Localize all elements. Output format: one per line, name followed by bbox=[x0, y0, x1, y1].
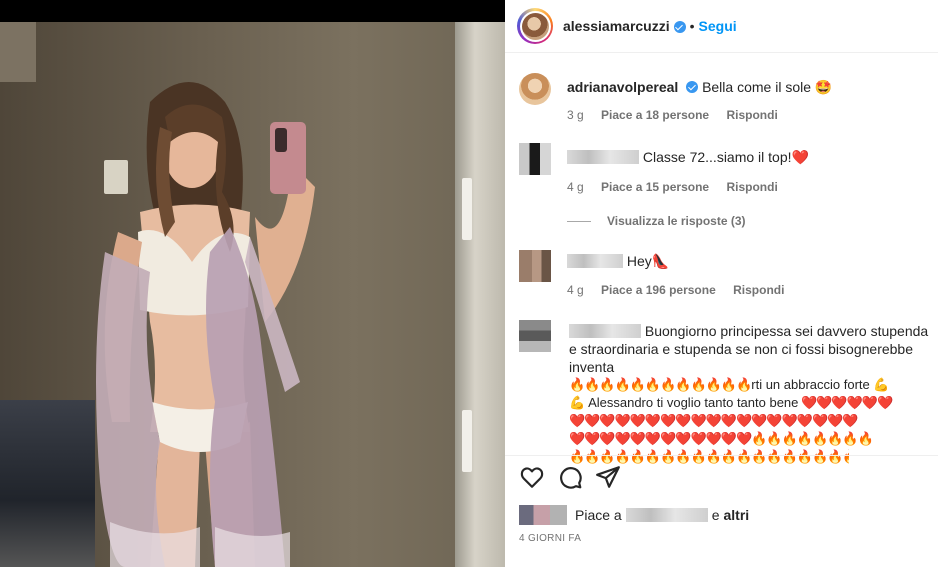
comment-item: Hey👠 4 g Piace a 196 persone Rispondi bbox=[519, 250, 929, 305]
post-side-panel: alessiamarcuzzi • Segui adrianavolpereal… bbox=[505, 0, 938, 567]
comment-likes[interactable]: Piace a 196 persone bbox=[601, 283, 716, 297]
comment-item: Classe 72...siamo il top!❤️ 4 g Piace a … bbox=[519, 143, 929, 203]
paper-plane-icon[interactable] bbox=[595, 464, 621, 490]
commenter-avatar[interactable] bbox=[519, 250, 551, 282]
author-avatar bbox=[521, 12, 549, 40]
comment-likes[interactable]: Piace a 18 persone bbox=[601, 108, 709, 122]
heart-outline-icon[interactable] bbox=[519, 464, 545, 490]
author-avatar-story-ring[interactable] bbox=[517, 8, 553, 44]
liker-username-blurred[interactable] bbox=[625, 508, 708, 522]
view-replies-label: Visualizza le risposte (3) bbox=[607, 214, 746, 228]
commenter-username[interactable]: adrianavolpereal bbox=[567, 79, 678, 95]
likes-summary[interactable]: Piace a e altri bbox=[519, 505, 749, 525]
photo-top-bar bbox=[0, 0, 505, 22]
door-hinge-top bbox=[462, 178, 472, 240]
commenter-avatar[interactable] bbox=[519, 143, 551, 175]
comment-text: rti un abbraccio forte 💪 bbox=[751, 377, 890, 392]
follow-button[interactable]: Segui bbox=[699, 18, 737, 34]
commenter-username-blurred[interactable] bbox=[567, 254, 623, 268]
post-header: alessiamarcuzzi • Segui bbox=[505, 0, 938, 53]
reply-button[interactable]: Rispondi bbox=[733, 283, 784, 297]
likes-prefix: Piace a bbox=[575, 507, 622, 523]
comment-text: 💪 Alessandro ti voglio tanto tanto bene bbox=[569, 395, 799, 410]
commenter-avatar[interactable] bbox=[519, 320, 551, 352]
heart-emoji-row: ❤️❤️❤️❤️❤️❤️❤️❤️❤️❤️❤️❤️ bbox=[569, 431, 752, 446]
header-separator: • bbox=[689, 18, 695, 34]
reply-button[interactable]: Rispondi bbox=[726, 180, 777, 194]
likes-suffix: e bbox=[711, 507, 720, 523]
comment-item: adrianavolpereal Bella come il sole 🤩 3 … bbox=[519, 73, 929, 133]
reply-button[interactable]: Rispondi bbox=[726, 108, 777, 122]
liker-avatars-blurred bbox=[519, 505, 567, 525]
likes-others-link[interactable]: altri bbox=[724, 507, 750, 523]
replies-divider-line bbox=[567, 220, 591, 222]
comment-likes[interactable]: Piace a 15 persone bbox=[601, 180, 709, 194]
heart-emoji-row: ❤️❤️❤️❤️❤️❤️❤️❤️❤️❤️❤️❤️❤️❤️❤️❤️❤️❤️❤️ bbox=[569, 413, 859, 428]
comment-age[interactable]: 3 g bbox=[567, 108, 584, 122]
door-frame bbox=[455, 22, 505, 567]
commenter-username-blurred[interactable] bbox=[567, 150, 639, 164]
commenter-username-blurred[interactable] bbox=[569, 324, 641, 338]
door-hinge-bottom bbox=[462, 410, 472, 472]
commenter-avatar[interactable] bbox=[519, 73, 551, 105]
post-action-bar bbox=[505, 455, 938, 496]
post-date[interactable]: 4 GIORNI FA bbox=[519, 533, 581, 544]
verified-badge-icon bbox=[686, 81, 699, 93]
fire-emoji-row: 🔥🔥🔥🔥🔥🔥🔥🔥🔥🔥🔥🔥 bbox=[569, 377, 752, 392]
comment-item: Buongiorno principessa sei davvero stupe… bbox=[519, 320, 934, 464]
comment-icon[interactable] bbox=[557, 464, 583, 490]
comment-text: Hey👠 bbox=[626, 253, 670, 269]
comment-text: Classe 72...siamo il top!❤️ bbox=[642, 149, 809, 165]
heart-emoji-row: ❤️❤️❤️❤️❤️❤️ bbox=[801, 395, 893, 410]
comment-age[interactable]: 4 g bbox=[567, 180, 584, 194]
author-username[interactable]: alessiamarcuzzi bbox=[563, 18, 670, 34]
comment-age[interactable]: 4 g bbox=[567, 283, 584, 297]
fire-emoji-row: 🔥🔥🔥🔥🔥🔥🔥🔥 bbox=[751, 431, 873, 446]
comment-text: Bella come il sole 🤩 bbox=[702, 79, 833, 95]
verified-badge-icon bbox=[673, 21, 686, 33]
woman-selfie-figure bbox=[96, 82, 315, 567]
post-photo[interactable] bbox=[0, 0, 505, 567]
view-replies-button[interactable]: Visualizza le risposte (3) bbox=[567, 214, 746, 228]
